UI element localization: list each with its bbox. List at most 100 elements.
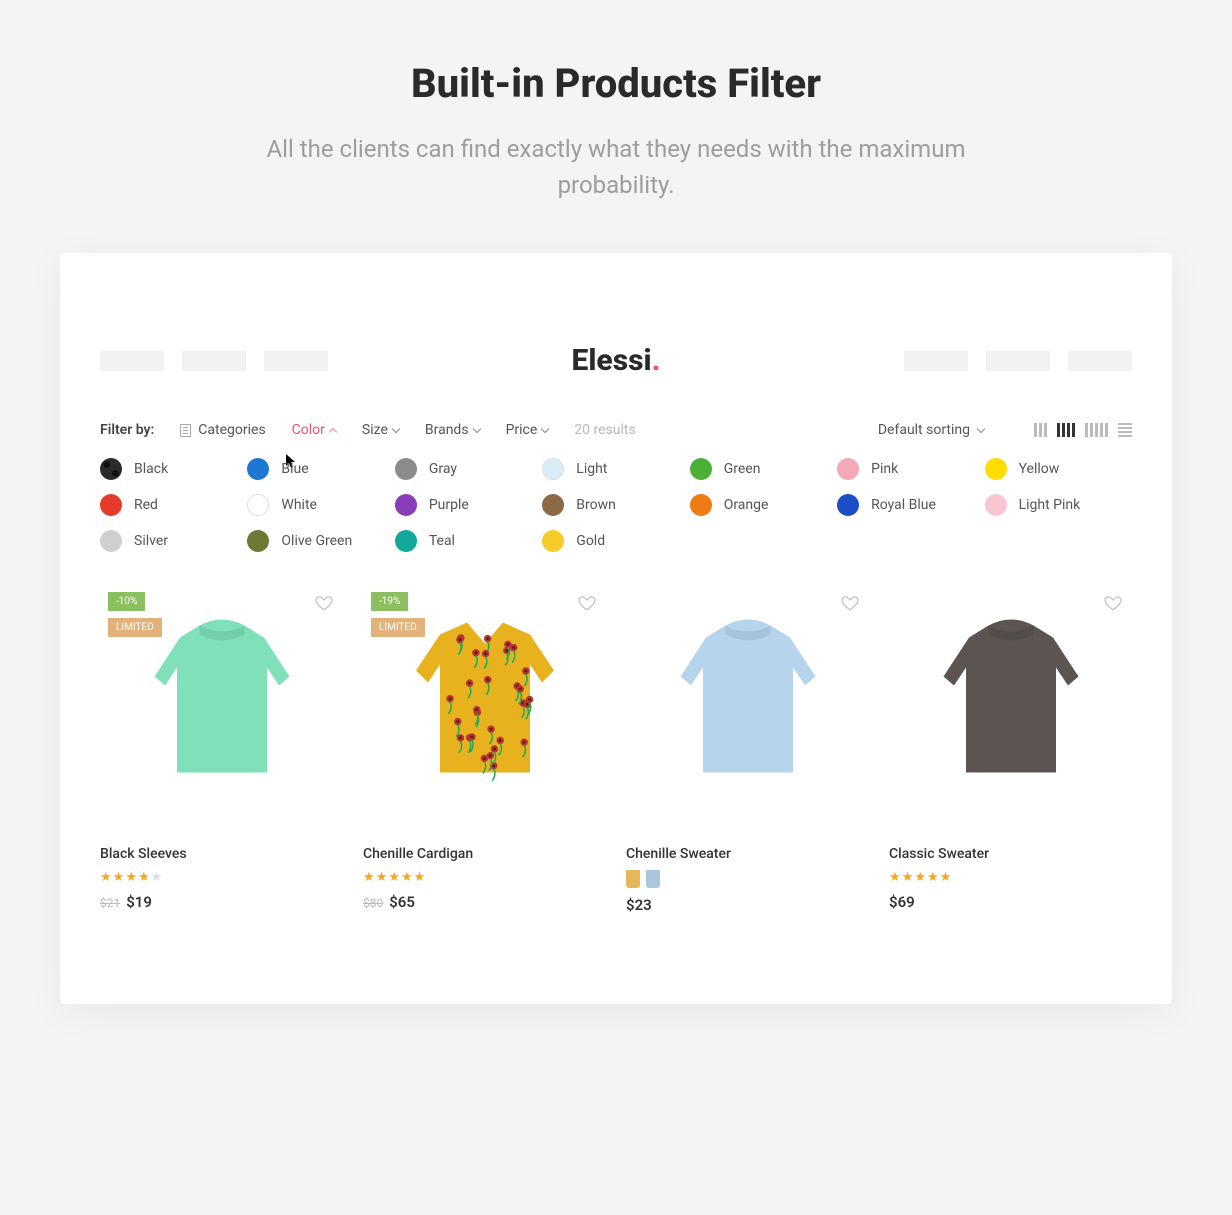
product-card[interactable]: Chenille Sweater $23: [626, 584, 869, 914]
color-option-light[interactable]: Light: [542, 458, 689, 480]
color-swatch: [247, 530, 269, 552]
product-name: Chenille Cardigan: [363, 846, 606, 862]
product-rating: ★★★★★: [100, 870, 343, 885]
nav-left-placeholders: [100, 351, 328, 371]
color-option-royal-blue[interactable]: Royal Blue: [837, 494, 984, 516]
variant-swatch[interactable]: [626, 870, 640, 888]
chevron-down-icon: [472, 424, 480, 432]
color-label: Light Pink: [1019, 497, 1081, 513]
product-rating: ★★★★★: [363, 870, 606, 885]
grid-3-icon[interactable]: [1034, 423, 1047, 437]
product-name: Black Sleeves: [100, 846, 343, 862]
color-option-yellow[interactable]: Yellow: [985, 458, 1132, 480]
product-badge: -10%: [108, 592, 145, 611]
color-label: Yellow: [1019, 461, 1060, 477]
color-option-blue[interactable]: Blue: [247, 458, 394, 480]
color-option-brown[interactable]: Brown: [542, 494, 689, 516]
color-option-pink[interactable]: Pink: [837, 458, 984, 480]
sort-dropdown[interactable]: Default sorting: [878, 422, 984, 438]
logo-dot: .: [652, 343, 661, 378]
wishlist-icon[interactable]: [841, 594, 859, 612]
color-label: Orange: [724, 497, 769, 513]
color-label: Pink: [871, 461, 898, 477]
product-card[interactable]: -19% LIMITED Chenille Cardigan ★★★★★ $80$…: [363, 584, 606, 914]
list-view-icon[interactable]: [1118, 423, 1132, 437]
variant-swatch[interactable]: [646, 870, 660, 888]
color-option-silver[interactable]: Silver: [100, 530, 247, 552]
wishlist-icon[interactable]: [578, 594, 596, 612]
product-old-price: $21: [100, 896, 120, 910]
product-image[interactable]: -10% LIMITED: [100, 584, 343, 814]
color-swatch: [247, 458, 269, 480]
color-option-purple[interactable]: Purple: [395, 494, 542, 516]
color-swatch: [100, 458, 122, 480]
color-label: Light: [576, 461, 607, 477]
product-rating: ★★★★★: [889, 870, 1132, 885]
product-image[interactable]: -19% LIMITED: [363, 584, 606, 814]
grid-4-icon[interactable]: [1057, 423, 1075, 437]
nav-right-placeholders: [904, 351, 1132, 371]
color-swatch: [542, 458, 564, 480]
view-switch: [1034, 423, 1132, 437]
color-option-green[interactable]: Green: [690, 458, 837, 480]
filter-price[interactable]: Price: [506, 422, 549, 438]
filter-brands[interactable]: Brands: [425, 422, 480, 438]
color-option-olive-green[interactable]: Olive Green: [247, 530, 394, 552]
color-swatch: [837, 458, 859, 480]
color-label: Purple: [429, 497, 469, 513]
color-option-red[interactable]: Red: [100, 494, 247, 516]
wishlist-icon[interactable]: [315, 594, 333, 612]
color-label: Gray: [429, 461, 457, 477]
chevron-down-icon: [541, 424, 549, 432]
color-option-black[interactable]: Black: [100, 458, 247, 480]
product-price: $80$65: [363, 893, 606, 911]
color-swatch: [837, 494, 859, 516]
color-swatch: [395, 458, 417, 480]
product-price: $23: [626, 896, 869, 914]
color-swatch: [542, 530, 564, 552]
chevron-up-icon: [329, 427, 337, 435]
color-option-orange[interactable]: Orange: [690, 494, 837, 516]
hero-title: Built-in Products Filter: [60, 60, 1172, 107]
color-option-gray[interactable]: Gray: [395, 458, 542, 480]
color-label: Gold: [576, 533, 605, 549]
color-option-teal[interactable]: Teal: [395, 530, 542, 552]
color-label: Olive Green: [281, 533, 352, 549]
logo-text: Elessi: [571, 343, 651, 378]
color-swatch: [100, 494, 122, 516]
filter-categories[interactable]: Categories: [180, 422, 265, 438]
color-swatch: [690, 494, 712, 516]
logo: Elessi.: [571, 343, 660, 378]
grid-5-icon[interactable]: [1085, 423, 1108, 437]
filter-by-label: Filter by:: [100, 422, 154, 438]
color-label: White: [281, 497, 317, 513]
color-swatch: [395, 530, 417, 552]
product-badge: LIMITED: [371, 618, 425, 637]
color-option-gold[interactable]: Gold: [542, 530, 689, 552]
color-option-white[interactable]: White: [247, 494, 394, 516]
product-card[interactable]: Classic Sweater ★★★★★ $69: [889, 584, 1132, 914]
color-swatch: [395, 494, 417, 516]
product-badge: -19%: [371, 592, 408, 611]
color-swatch: [247, 494, 269, 516]
product-image[interactable]: [889, 584, 1132, 814]
filter-bar: Filter by: Categories Color Size Brands …: [100, 422, 1132, 438]
color-swatch: [985, 458, 1007, 480]
filter-size[interactable]: Size: [362, 422, 399, 438]
product-badge: LIMITED: [108, 618, 162, 637]
product-image[interactable]: [626, 584, 869, 814]
color-option-light-pink[interactable]: Light Pink: [985, 494, 1132, 516]
color-label: Royal Blue: [871, 497, 936, 513]
product-card[interactable]: -10%LIMITED Black Sleeves ★★★★★ $21$19: [100, 584, 343, 914]
color-label: Teal: [429, 533, 455, 549]
color-label: Brown: [576, 497, 616, 513]
color-label: Silver: [134, 533, 168, 549]
product-price: $69: [889, 893, 1132, 911]
product-name: Chenille Sweater: [626, 846, 869, 862]
chevron-down-icon: [392, 424, 400, 432]
product-variants: [626, 870, 869, 888]
product-name: Classic Sweater: [889, 846, 1132, 862]
filter-color[interactable]: Color: [292, 422, 336, 438]
color-filter-grid: BlackBlue Gray Light Green Pink Yellow Red Whit…: [100, 458, 1132, 552]
wishlist-icon[interactable]: [1104, 594, 1122, 612]
